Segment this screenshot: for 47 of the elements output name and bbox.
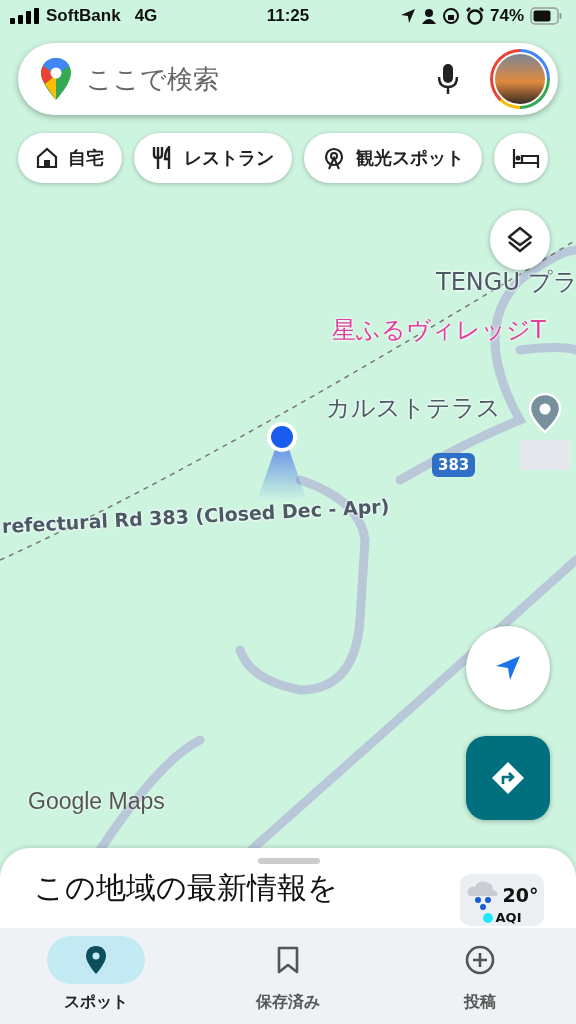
directions-button[interactable] bbox=[466, 736, 550, 820]
bed-icon bbox=[512, 147, 540, 169]
rain-cloud-icon bbox=[465, 880, 500, 910]
clock-text: 11:25 bbox=[266, 6, 310, 26]
alarm-clock-icon bbox=[465, 7, 484, 25]
profile-avatar[interactable] bbox=[490, 49, 550, 109]
map-place-label[interactable]: TENGU プラ bbox=[436, 266, 576, 298]
microphone-icon[interactable] bbox=[438, 63, 458, 95]
turn-sign-icon bbox=[490, 760, 526, 796]
temperature-text: 20° bbox=[502, 884, 539, 906]
plus-circle-icon bbox=[465, 945, 495, 975]
location-arrow-icon bbox=[399, 8, 416, 24]
ferris-wheel-icon bbox=[322, 146, 346, 170]
layers-button[interactable] bbox=[490, 210, 550, 270]
aqi-text: AQI bbox=[495, 910, 522, 925]
category-chip[interactable] bbox=[494, 133, 548, 183]
nav-tab[interactable]: 投稿 bbox=[384, 928, 576, 1024]
layers-icon bbox=[505, 225, 535, 255]
rotation-lock-icon bbox=[441, 7, 460, 25]
bookmark-icon bbox=[277, 946, 299, 974]
battery-icon bbox=[530, 7, 562, 25]
carrier-text: SoftBank bbox=[46, 6, 121, 26]
person-icon bbox=[421, 8, 436, 24]
route-shield: 383 bbox=[432, 453, 476, 477]
search-bar[interactable]: ここで検索 bbox=[18, 43, 558, 115]
my-location-button[interactable] bbox=[466, 626, 550, 710]
map-pin-logo-icon bbox=[40, 57, 72, 101]
category-chip[interactable]: 観光スポット bbox=[304, 133, 482, 183]
signal-icon bbox=[10, 8, 40, 24]
nav-tab[interactable]: スポット bbox=[0, 928, 192, 1024]
network-text: 4G bbox=[134, 6, 158, 26]
sheet-headline: この地域の最新情報を bbox=[34, 869, 338, 907]
battery-percent-text: 74% bbox=[489, 6, 524, 26]
map-attribution-logo: Google Maps bbox=[28, 788, 165, 815]
drag-handle[interactable] bbox=[258, 858, 320, 864]
road-name-label: refectural Rd 383 (Closed Dec - Apr) bbox=[1, 494, 390, 537]
weather-card[interactable]: 20° AQI bbox=[460, 874, 544, 926]
category-chip[interactable]: レストラン bbox=[134, 133, 292, 183]
category-chip[interactable]: 自宅 bbox=[18, 133, 122, 183]
map-place-label[interactable]: カルストテラス bbox=[326, 392, 501, 424]
search-field[interactable]: ここで検索 bbox=[84, 63, 426, 95]
location-dot-icon bbox=[265, 420, 299, 454]
nav-tab[interactable]: 保存済み bbox=[192, 928, 384, 1024]
map-pin-icon bbox=[85, 945, 107, 975]
house-icon bbox=[36, 147, 58, 169]
air-quality-dot-icon bbox=[482, 912, 493, 923]
map-pin-icon[interactable] bbox=[528, 392, 562, 434]
